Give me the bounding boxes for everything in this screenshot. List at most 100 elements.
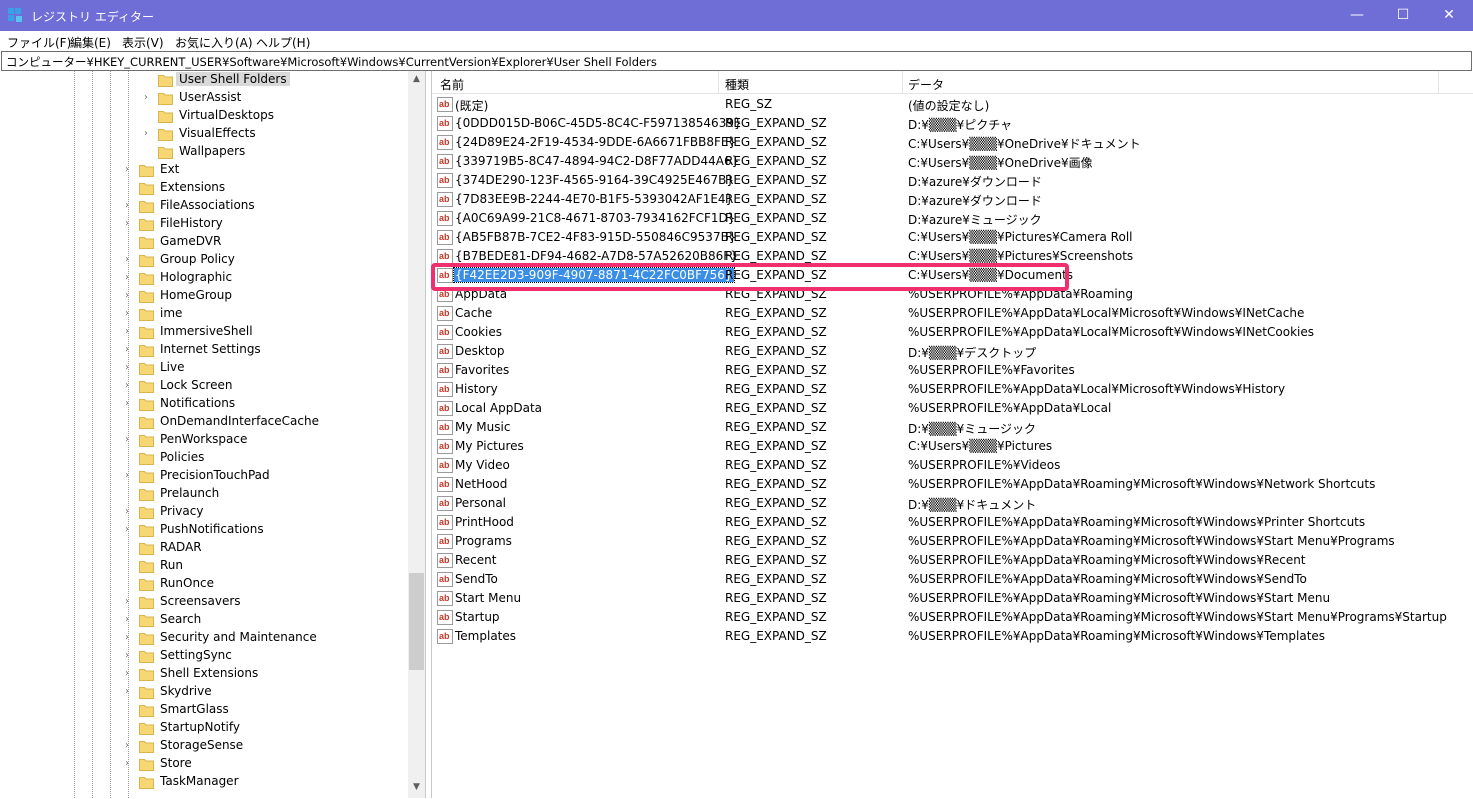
scroll-up-icon[interactable]: ▲ — [408, 71, 425, 88]
maximize-button[interactable]: ☐ — [1380, 0, 1426, 31]
tree-item[interactable]: Policies — [0, 449, 405, 467]
tree-item[interactable]: › Notifications — [0, 395, 405, 413]
tree-item[interactable]: › ime — [0, 305, 405, 323]
expand-chevron-icon[interactable]: › — [122, 308, 132, 320]
expand-chevron-icon[interactable]: › — [122, 398, 132, 410]
tree-item[interactable]: › Ext — [0, 161, 405, 179]
expand-chevron-icon[interactable]: › — [141, 92, 151, 104]
expand-chevron-icon[interactable]: › — [122, 524, 132, 536]
value-row[interactable]: ab (既定) REG_SZ (値の設定なし) — [432, 95, 1473, 114]
tree-item[interactable]: RADAR — [0, 539, 405, 557]
expand-chevron-icon[interactable]: › — [122, 344, 132, 356]
tree-item[interactable]: › HomeGroup — [0, 287, 405, 305]
value-row[interactable]: ab My Music REG_EXPAND_SZ D:¥▒▒▒¥ミュージック — [432, 418, 1473, 437]
expand-chevron-icon[interactable]: › — [122, 362, 132, 374]
tree-item[interactable]: VirtualDesktops — [0, 107, 405, 125]
tree-item[interactable]: › FileHistory — [0, 215, 405, 233]
address-path[interactable]: コンピューター¥HKEY_CURRENT_USER¥Software¥Micro… — [6, 54, 657, 70]
expand-chevron-icon[interactable]: › — [122, 290, 132, 302]
values-list-pane[interactable]: 名前 種類 データ ab (既定) REG_SZ (値の設定なし) ab {0DDD015… — [431, 71, 1473, 798]
tree-item[interactable]: SmartGlass — [0, 701, 405, 719]
tree-item[interactable]: › Skydrive — [0, 683, 405, 701]
expand-chevron-icon[interactable]: › — [122, 272, 132, 284]
tree-item[interactable]: › Search — [0, 611, 405, 629]
tree-item[interactable]: › Holographic — [0, 269, 405, 287]
menu-view[interactable]: 表示(V) — [122, 34, 164, 51]
tree-item[interactable]: OnDemandInterfaceCache — [0, 413, 405, 431]
value-row[interactable]: ab {AB5FB87B-7CE2-4F83-915D-550846C9537B}… — [432, 228, 1473, 247]
expand-chevron-icon[interactable]: › — [122, 668, 132, 680]
value-row[interactable]: ab Desktop REG_EXPAND_SZ D:¥▒▒▒¥デスクトップ — [432, 342, 1473, 361]
expand-chevron-icon[interactable]: › — [122, 596, 132, 608]
scroll-thumb[interactable] — [409, 573, 424, 670]
menu-edit[interactable]: 編集(E) — [70, 34, 111, 51]
value-row[interactable]: ab Cookies REG_EXPAND_SZ %USERPROFILE%¥AppD… — [432, 323, 1473, 342]
scroll-down-icon[interactable]: ▼ — [408, 779, 425, 796]
value-row[interactable]: ab {24D89E24-2F19-4534-9DDE-6A6671FBB8FE}… — [432, 133, 1473, 152]
value-row[interactable]: ab {0DDD015D-B06C-45D5-8C4C-F59713854639}… — [432, 114, 1473, 133]
value-row[interactable]: ab Startup REG_EXPAND_SZ %USERPROFILE%¥AppD… — [432, 608, 1473, 627]
tree-item[interactable]: Prelaunch — [0, 485, 405, 503]
tree-item[interactable]: GameDVR — [0, 233, 405, 251]
expand-chevron-icon[interactable]: › — [122, 254, 132, 266]
value-row[interactable]: ab Recent REG_EXPAND_SZ %USERPROFILE%¥AppDa… — [432, 551, 1473, 570]
tree-item[interactable]: › PrecisionTouchPad — [0, 467, 405, 485]
value-row[interactable]: ab My Pictures REG_EXPAND_SZ C:¥Users¥▒▒▒¥P… — [432, 437, 1473, 456]
column-header-type[interactable]: 種類 — [725, 76, 749, 93]
value-row[interactable]: ab SendTo REG_EXPAND_SZ %USERPROFILE%¥AppDa… — [432, 570, 1473, 589]
expand-chevron-icon[interactable]: › — [122, 650, 132, 662]
expand-chevron-icon[interactable]: › — [122, 740, 132, 752]
value-row[interactable]: ab {F42EE2D3-909F-4907-8871-4C22FC0BF756}… — [432, 266, 1473, 285]
expand-chevron-icon[interactable]: › — [122, 758, 132, 770]
column-header-data[interactable]: データ — [908, 76, 944, 93]
expand-chevron-icon[interactable]: › — [141, 128, 151, 140]
expand-chevron-icon[interactable]: › — [122, 326, 132, 338]
tree-item[interactable]: › VisualEffects — [0, 125, 405, 143]
value-row[interactable]: ab {B7BEDE81-DF94-4682-A7D8-57A52620B86F}… — [432, 247, 1473, 266]
value-row[interactable]: ab PrintHood REG_EXPAND_SZ %USERPROFILE%¥Ap… — [432, 513, 1473, 532]
menu-file[interactable]: ファイル(F) — [7, 34, 71, 51]
expand-chevron-icon[interactable]: › — [122, 380, 132, 392]
expand-chevron-icon[interactable]: › — [122, 434, 132, 446]
value-row[interactable]: ab History REG_EXPAND_SZ %USERPROFILE%¥AppD… — [432, 380, 1473, 399]
tree-item[interactable]: TaskManager — [0, 773, 405, 791]
expand-chevron-icon[interactable]: › — [122, 614, 132, 626]
minimize-button[interactable]: — — [1334, 0, 1380, 31]
tree-item[interactable]: › PenWorkspace — [0, 431, 405, 449]
tree-item[interactable]: › Privacy — [0, 503, 405, 521]
tree-item[interactable]: Extensions — [0, 179, 405, 197]
tree-item[interactable]: › ImmersiveShell — [0, 323, 405, 341]
value-row[interactable]: ab {A0C69A99-21C8-4671-8703-7934162FCF1D}… — [432, 209, 1473, 228]
expand-chevron-icon[interactable]: › — [122, 686, 132, 698]
expand-chevron-icon[interactable]: › — [122, 632, 132, 644]
value-row[interactable]: ab Favorites REG_EXPAND_SZ %USERPROFILE%¥Fa… — [432, 361, 1473, 380]
tree-item[interactable]: Wallpapers — [0, 143, 405, 161]
tree-item[interactable]: › Lock Screen — [0, 377, 405, 395]
tree-item[interactable]: › FileAssociations — [0, 197, 405, 215]
tree-item[interactable]: › PushNotifications — [0, 521, 405, 539]
expand-chevron-icon[interactable]: › — [122, 470, 132, 482]
value-row[interactable]: ab Local AppData REG_EXPAND_SZ %USERPROFILE… — [432, 399, 1473, 418]
tree-item[interactable]: User Shell Folders — [0, 71, 405, 89]
value-row[interactable]: ab Cache REG_EXPAND_SZ %USERPROFILE%¥AppDat… — [432, 304, 1473, 323]
tree-item[interactable]: › Screensavers — [0, 593, 405, 611]
value-row[interactable]: ab Personal REG_EXPAND_SZ D:¥▒▒▒¥ドキュメント — [432, 494, 1473, 513]
value-row[interactable]: ab My Video REG_EXPAND_SZ %USERPROFILE%¥Vid… — [432, 456, 1473, 475]
tree-item[interactable]: › Group Policy — [0, 251, 405, 269]
value-row[interactable]: ab {374DE290-123F-4565-9164-39C4925E467B}… — [432, 171, 1473, 190]
tree-item[interactable]: RunOnce — [0, 575, 405, 593]
address-bar[interactable]: コンピューター¥HKEY_CURRENT_USER¥Software¥Micro… — [1, 51, 1472, 71]
value-row[interactable]: ab {339719B5-8C47-4894-94C2-D8F77ADD44A6}… — [432, 152, 1473, 171]
value-row[interactable]: ab {7D83EE9B-2244-4E70-B1F5-5393042AF1E4}… — [432, 190, 1473, 209]
tree-item[interactable]: › Internet Settings — [0, 341, 405, 359]
menu-favorites[interactable]: お気に入り(A) — [175, 34, 253, 51]
value-row[interactable]: ab AppData REG_EXPAND_SZ %USERPROFILE%¥AppD… — [432, 285, 1473, 304]
value-row[interactable]: ab Templates REG_EXPAND_SZ %USERPROFILE%¥Ap… — [432, 627, 1473, 646]
tree-item[interactable]: › SettingSync — [0, 647, 405, 665]
tree-item[interactable]: › Shell Extensions — [0, 665, 405, 683]
tree-item[interactable]: › UserAssist — [0, 89, 405, 107]
expand-chevron-icon[interactable]: › — [122, 506, 132, 518]
value-row[interactable]: ab Programs REG_EXPAND_SZ %USERPROFILE%¥App… — [432, 532, 1473, 551]
expand-chevron-icon[interactable]: › — [122, 218, 132, 230]
key-tree-pane[interactable]: User Shell Folders › UserAssist VirtualDesk… — [0, 71, 426, 798]
